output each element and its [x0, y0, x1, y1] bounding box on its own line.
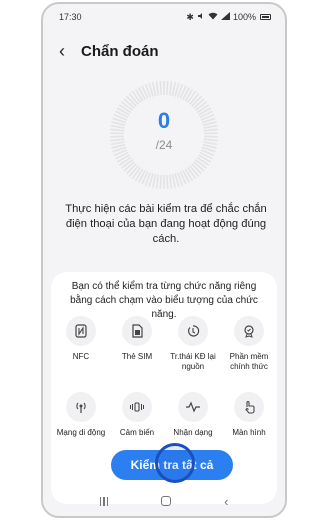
app-header: ‹ Chẩn đoán — [43, 38, 285, 64]
test-official-software[interactable]: Phần mềm chính thức — [221, 316, 277, 372]
gear-icon: ✱ — [186, 11, 194, 22]
gauge-tick — [165, 174, 169, 189]
test-label: Thẻ SIM — [121, 352, 153, 361]
gauge-tick — [155, 174, 160, 189]
back-nav-icon[interactable]: ‹ — [224, 495, 228, 508]
recent-apps-icon[interactable] — [99, 496, 109, 506]
gauge-tick — [184, 168, 194, 182]
home-icon[interactable] — [161, 496, 172, 506]
test-label: Nhận dạng — [173, 428, 213, 437]
gauge-tick — [134, 88, 144, 102]
tests-completed-count: 0 — [157, 108, 171, 133]
nfc-icon — [66, 316, 96, 346]
phone-frame: 17:30 ✱ 100% ‹ Chẩn đoán 0 /24 Thực hiện… — [41, 2, 287, 518]
battery-percent: 100% — [232, 12, 256, 22]
official-software-badge-icon — [234, 316, 264, 346]
waveform-icon — [178, 392, 208, 422]
gauge-ring — [110, 81, 218, 189]
gauge-tick — [165, 81, 169, 96]
signal-icon — [220, 12, 230, 22]
test-label: Phần mềm chính thức — [229, 352, 269, 371]
gauge-tick — [155, 81, 160, 96]
touch-indicator — [155, 443, 195, 483]
gauge-tick — [134, 168, 144, 182]
gauge-tick — [168, 81, 173, 96]
gauge-tick — [159, 81, 163, 96]
test-cellular[interactable]: Mạng di động — [53, 392, 109, 438]
touch-screen-icon — [234, 392, 264, 422]
wifi-icon — [208, 12, 218, 22]
sensor-icon — [122, 392, 152, 422]
test-power-restart[interactable]: Tr.thái KĐ lại nguồn — [165, 316, 221, 372]
test-recognition[interactable]: Nhận dạng — [165, 392, 221, 438]
back-arrow-icon[interactable]: ‹ — [59, 42, 79, 60]
test-screen[interactable]: Màn hình — [221, 392, 277, 438]
battery-icon — [260, 14, 271, 20]
test-label: Tr.thái KĐ lại nguồn — [170, 352, 216, 371]
gauge-tick — [171, 82, 177, 97]
test-label: Màn hình — [232, 428, 266, 437]
page-title: Chẩn đoán — [81, 42, 159, 60]
test-sim[interactable]: Thẻ SIM — [109, 316, 165, 362]
gauge-tick — [184, 88, 194, 102]
status-icons: ✱ 100% — [186, 12, 271, 22]
system-navigation-bar: ‹ — [43, 490, 285, 512]
intro-text: Thực hiện các bài kiểm tra để chắc chắn … — [65, 203, 267, 245]
gauge-tick — [168, 174, 173, 189]
cellular-signal-icon — [66, 392, 96, 422]
test-label: NFC — [72, 352, 90, 361]
test-nfc[interactable]: NFC — [53, 316, 109, 362]
gauge-tick — [171, 173, 177, 188]
tests-panel: Bạn có thể kiểm tra từng chức năng riêng… — [51, 272, 277, 504]
progress-gauge: 0 /24 — [109, 80, 219, 190]
status-bar: 17:30 ✱ 100% — [43, 4, 285, 30]
test-label: Cảm biến — [119, 428, 155, 437]
power-restart-icon — [178, 316, 208, 346]
gauge-tick — [151, 173, 157, 188]
gauge-tick — [159, 174, 163, 189]
mute-icon — [197, 12, 205, 22]
gauge-tick — [151, 82, 157, 97]
sim-card-icon — [122, 316, 152, 346]
tests-total: /24 — [155, 138, 173, 152]
test-sensor[interactable]: Cảm biến — [109, 392, 165, 438]
status-time: 17:30 — [59, 12, 82, 22]
test-label: Mạng di động — [56, 428, 106, 437]
